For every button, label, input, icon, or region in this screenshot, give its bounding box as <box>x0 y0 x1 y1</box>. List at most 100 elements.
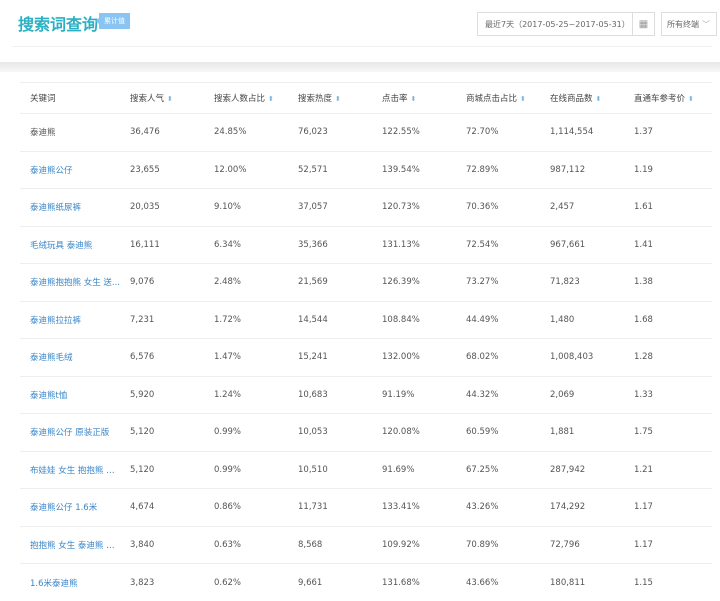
table-cell: 120.73% <box>372 189 456 227</box>
table-cell: 131.13% <box>372 226 456 264</box>
page-title: 搜索词查询 <box>18 11 98 35</box>
sort-icon[interactable]: ⬍ <box>268 95 274 103</box>
table-cell: 72.89% <box>456 151 540 189</box>
table-row: 1.6米泰迪熊3,8230.62%9,661131.68%43.66%180,8… <box>20 564 712 601</box>
sort-icon[interactable]: ⬍ <box>688 95 694 103</box>
table-cell: 1.47% <box>204 339 288 377</box>
column-header-label: 搜索人数占比 <box>214 94 265 104</box>
table-cell: 23,655 <box>120 151 204 189</box>
keyword-link[interactable]: 泰迪熊毛绒 <box>20 339 120 377</box>
keyword-link[interactable]: 毛绒玩具 泰迪熊 <box>20 226 120 264</box>
column-header[interactable]: 搜索热度⬍ <box>288 83 372 114</box>
sort-icon[interactable]: ⬍ <box>596 95 602 103</box>
keyword-link[interactable]: 泰迪熊公仔 原装正版 <box>20 414 120 452</box>
table-cell: 10,683 <box>288 376 372 414</box>
table-cell: 109.92% <box>372 526 456 564</box>
table-cell: 4,674 <box>120 489 204 527</box>
column-header-label: 点击率 <box>382 94 408 104</box>
column-header[interactable]: 直通车参考价⬍ <box>624 83 712 114</box>
keyword-link[interactable]: 泰迪熊拉拉裤 <box>20 301 120 339</box>
table-cell: 2,457 <box>540 189 624 227</box>
chevron-down-icon: ﹀ <box>702 19 710 30</box>
column-header[interactable]: 商城点击占比⬍ <box>456 83 540 114</box>
sort-icon[interactable]: ⬍ <box>167 95 173 103</box>
table-cell: 1.15 <box>624 564 712 601</box>
table-cell: 15,241 <box>288 339 372 377</box>
table-cell: 6,576 <box>120 339 204 377</box>
table-row: 泰迪熊毛绒6,5761.47%15,241132.00%68.02%1,008,… <box>20 339 712 377</box>
table-cell: 1.72% <box>204 301 288 339</box>
table-cell: 1,881 <box>540 414 624 452</box>
table-cell: 9,661 <box>288 564 372 601</box>
table-cell: 132.00% <box>372 339 456 377</box>
table-row: 泰迪熊公仔23,65512.00%52,571139.54%72.89%987,… <box>20 151 712 189</box>
terminal-select[interactable]: 所有终端﹀ <box>661 12 717 36</box>
table-cell: 37,057 <box>288 189 372 227</box>
sort-icon[interactable]: ⬍ <box>411 95 417 103</box>
divider <box>12 46 712 47</box>
page-header: 搜索词查询 累计值 最近7天（2017-05-25~2017-05-31） ▦ … <box>0 0 720 62</box>
table-cell: 967,661 <box>540 226 624 264</box>
sort-icon[interactable]: ⬍ <box>520 95 526 103</box>
table-cell: 3,823 <box>120 564 204 601</box>
keyword-link[interactable]: 1.6米泰迪熊 <box>20 564 120 601</box>
keyword-link[interactable]: 泰迪熊t恤 <box>20 376 120 414</box>
keyword-link[interactable]: 泰迪熊公仔 <box>20 151 120 189</box>
table-cell: 7,231 <box>120 301 204 339</box>
table-cell: 174,292 <box>540 489 624 527</box>
table-cell: 1.24% <box>204 376 288 414</box>
table-cell: 91.69% <box>372 451 456 489</box>
table-cell: 68.02% <box>456 339 540 377</box>
table-cell: 0.86% <box>204 489 288 527</box>
date-range-picker[interactable]: 最近7天（2017-05-25~2017-05-31） ▦ <box>477 12 655 36</box>
column-header-label: 搜索人气 <box>130 94 164 104</box>
table-cell: 43.66% <box>456 564 540 601</box>
table-cell: 5,920 <box>120 376 204 414</box>
table-cell: 10,053 <box>288 414 372 452</box>
table-cell: 1.17 <box>624 489 712 527</box>
table-cell: 126.39% <box>372 264 456 302</box>
column-header[interactable]: 搜索人数占比⬍ <box>204 83 288 114</box>
table-row: 泰迪熊t恤5,9201.24%10,68391.19%44.32%2,0691.… <box>20 376 712 414</box>
table-cell: 287,942 <box>540 451 624 489</box>
table-cell: 8,568 <box>288 526 372 564</box>
calendar-icon[interactable]: ▦ <box>632 13 654 35</box>
table-cell: 131.68% <box>372 564 456 601</box>
table-header-row: 关键词搜索人气⬍搜索人数占比⬍搜索热度⬍点击率⬍商城点击占比⬍在线商品数⬍直通车… <box>20 83 712 114</box>
table-cell: 91.19% <box>372 376 456 414</box>
table-cell: 73.27% <box>456 264 540 302</box>
table-cell: 24.85% <box>204 114 288 152</box>
column-header[interactable]: 在线商品数⬍ <box>540 83 624 114</box>
table-row: 泰迪熊36,47624.85%76,023122.55%72.70%1,114,… <box>20 114 712 152</box>
table-cell: 120.08% <box>372 414 456 452</box>
table-cell: 72,796 <box>540 526 624 564</box>
table-cell: 133.41% <box>372 489 456 527</box>
table-cell: 43.26% <box>456 489 540 527</box>
cumulative-badge: 累计值 <box>99 13 130 29</box>
keyword-link[interactable]: 抱抱熊 女生 泰迪熊 送... <box>20 526 120 564</box>
keyword-link[interactable]: 泰迪熊抱抱熊 女生 送... <box>20 264 120 302</box>
table-cell: 0.99% <box>204 414 288 452</box>
table-cell: 0.99% <box>204 451 288 489</box>
table-cell: 36,476 <box>120 114 204 152</box>
table-cell: 11,731 <box>288 489 372 527</box>
table-cell: 9,076 <box>120 264 204 302</box>
table-cell: 108.84% <box>372 301 456 339</box>
sort-icon[interactable]: ⬍ <box>335 95 341 103</box>
table-row: 泰迪熊公仔 1.6米4,6740.86%11,731133.41%43.26%1… <box>20 489 712 527</box>
column-header-label: 直通车参考价 <box>634 94 685 104</box>
table-cell: 5,120 <box>120 414 204 452</box>
table-cell: 70.89% <box>456 526 540 564</box>
keyword-link[interactable]: 布娃娃 女生 抱抱熊 泰... <box>20 451 120 489</box>
column-header[interactable]: 点击率⬍ <box>372 83 456 114</box>
column-header[interactable]: 搜索人气⬍ <box>120 83 204 114</box>
table-cell: 0.63% <box>204 526 288 564</box>
table-cell: 1.21 <box>624 451 712 489</box>
keyword-link[interactable]: 泰迪熊纸尿裤 <box>20 189 120 227</box>
keyword-link[interactable]: 泰迪熊公仔 1.6米 <box>20 489 120 527</box>
terminal-select-value: 所有终端 <box>667 19 699 30</box>
column-header-label: 商城点击占比 <box>466 94 517 104</box>
table-cell: 1.33 <box>624 376 712 414</box>
column-header-label: 在线商品数 <box>550 94 593 104</box>
keyword-table: 关键词搜索人气⬍搜索人数占比⬍搜索热度⬍点击率⬍商城点击占比⬍在线商品数⬍直通车… <box>20 82 712 601</box>
